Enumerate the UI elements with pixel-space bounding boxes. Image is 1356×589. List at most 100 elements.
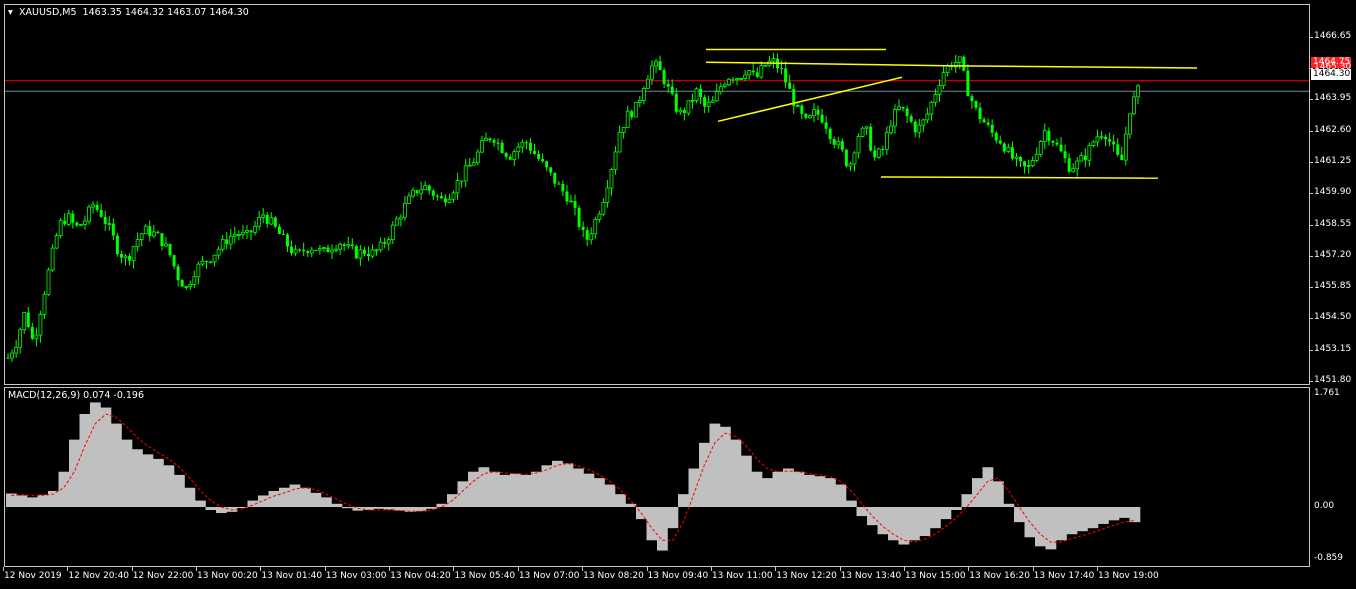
macd-tick-label: 0.00 [1314,501,1335,511]
candle-body-bull [164,243,168,247]
candle-body-bull [646,78,650,89]
candle-body-bull [569,200,573,203]
macd-histogram-bar [373,507,385,509]
candle-body-bear [500,142,504,154]
candle-body-bull [151,231,156,237]
candle-body-bear [1104,136,1108,140]
candle-body-bull [917,124,922,133]
candle-body-bull [188,284,193,287]
candle-body-bull [945,65,950,74]
candle-body-bull [394,218,399,226]
candle-body-bull [54,235,59,249]
chart-menu-icon[interactable]: ▾ [8,7,13,18]
macd-histogram-bar [300,487,311,507]
candle-body-bear [577,207,581,227]
time-tick-mark [968,567,970,571]
candle-body-bull [475,151,480,164]
macd-histogram-bar [1108,507,1120,521]
candle-body-bull [1026,165,1031,167]
symbol-header: XAUUSD,M5 1463.35 1464.32 1463.07 1464.3… [19,7,249,18]
candle-body-bear [63,220,67,225]
time-tick-mark [1032,567,1034,571]
candle-body-bull [1127,113,1132,135]
macd-header: MACD(12,26,9) 0.074 -0.196 [8,390,145,401]
macd-histogram-bar [1077,507,1088,532]
candle-body-bull [83,220,87,225]
candle-body-bear [986,122,990,125]
candle-body-bear [549,167,553,173]
candle-body-bull [941,72,946,87]
candle-body-bull [257,216,262,227]
macd-histogram-bar [1045,507,1057,550]
candle-body-bear [95,204,99,210]
macd-histogram-bar [384,507,395,510]
candle-body-bull [58,220,63,236]
candle-body-bear [581,226,585,231]
macd-histogram-bar [1087,507,1099,529]
candle-body-bear [537,153,541,160]
price-tick-label: 1466.65 [1314,30,1352,41]
candle-body-bear [439,196,443,199]
candle-body-bear [974,101,978,108]
candle-body-bear [1112,141,1116,145]
macd-histogram-bar [195,500,206,507]
candle-body-bear [1002,143,1006,152]
candle-body-bull [479,140,484,153]
price-tick-mark [1309,161,1313,163]
candle-body-bear [30,326,34,339]
candle-body-bull [1132,96,1136,115]
candle-body-bull [143,225,148,235]
time-tick-mark [517,567,519,571]
macd-histogram-bar [1014,507,1025,523]
candle-body-bull [597,213,602,220]
macd-tick-label: -0.859 [1314,553,1344,563]
candle-body-bull [22,312,27,331]
candle-body-bull [216,248,221,256]
macd-histogram-bar [730,439,742,507]
candle-body-bear [290,246,294,254]
candle-body-bear [674,93,678,112]
macd-histogram-bar [111,423,122,507]
candle-body-bull [710,100,715,103]
candle-body-bear [99,209,103,217]
candle-body-bull [79,224,83,226]
candle-body-bear [1047,130,1051,142]
candle-body-bear [281,233,285,235]
candle-body-bear [533,150,537,154]
macd-histogram-bar [142,454,154,507]
candle-body-bear [966,70,970,97]
candle-body-bull [621,127,626,133]
candle-body-bull [374,249,379,252]
candle-body-bull [451,192,456,200]
macd-histogram-bar [594,478,605,507]
candle-body-bull [269,217,274,225]
candle-body-bull [654,60,658,67]
candle-body-bull [390,224,395,241]
candle-body-bear [565,191,569,202]
macd-histogram-bar [520,474,532,507]
candle-body-bear [180,280,184,287]
macd-histogram-bar [510,473,521,507]
macd-histogram-bar [552,460,563,507]
price-tick-label: 1462.60 [1314,124,1352,135]
macd-histogram-bar [279,487,290,507]
candle-body-bear [156,231,160,234]
time-tick-label: 13 Nov 19:00 [1098,571,1159,581]
candle-body-bear [557,183,561,185]
macd-histogram-bar [163,465,175,507]
candle-body-bull [727,78,731,86]
macd-histogram-bar [100,407,112,507]
candle-body-bear [427,185,431,191]
candle-body-bear [784,68,788,83]
candle-body-bull [293,249,298,254]
macd-histogram-bar [1035,507,1046,547]
candle-body-bear [844,149,848,167]
candle-body-bear [832,139,836,145]
candle-body-bear [75,222,79,226]
trendline [705,61,947,67]
price-tick-label: 1455.85 [1314,281,1352,292]
candle-body-bear [670,86,674,94]
candle-body-bear [204,261,208,263]
time-tick-label: 13 Nov 15:00 [904,571,966,581]
macd-histogram-bar [604,484,616,507]
